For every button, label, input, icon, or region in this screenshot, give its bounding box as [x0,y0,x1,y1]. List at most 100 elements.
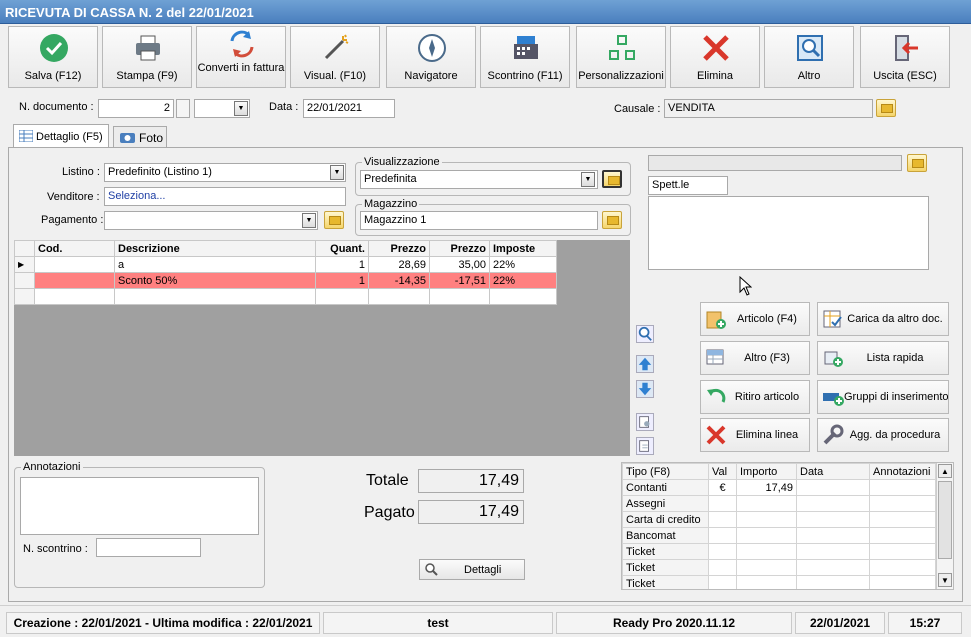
cell-annotazioni[interactable] [869,543,936,560]
cell-data[interactable] [796,511,870,528]
cell-imposte[interactable]: 22% [489,272,557,289]
cell-importo[interactable] [736,575,797,589]
save-button[interactable]: Salva (F12) [8,26,98,88]
add-article-button[interactable]: Articolo (F4) [700,302,810,336]
exit-button[interactable]: Uscita (ESC) [860,26,950,88]
scroll-thumb[interactable] [938,481,952,559]
scroll-down-icon[interactable]: ▼ [938,573,952,587]
cell-prezzo[interactable]: -14,35 [368,272,430,289]
cell-data[interactable] [796,559,870,576]
cell-importo[interactable] [736,511,797,528]
cell-data[interactable] [796,575,870,589]
cell-importo[interactable] [736,543,797,560]
table-row[interactable]: Contanti €17,49 [622,479,936,496]
print-button[interactable]: Stampa (F9) [102,26,192,88]
table-row[interactable]: Ticket [622,559,936,576]
listino-select[interactable]: Predefinito (Listino 1) [104,163,346,182]
cell-imposte[interactable] [489,288,557,305]
cell-prezzo-ivato[interactable]: 35,00 [429,256,490,273]
insert-groups-button[interactable]: Gruppi di inserimento [817,380,949,414]
scroll-up-icon[interactable]: ▲ [938,464,952,478]
table-row[interactable]: Ticket [622,575,936,589]
return-article-button[interactable]: Ritiro articolo [700,380,810,414]
tab-foto[interactable]: Foto [113,126,167,147]
cell-annotazioni[interactable] [869,527,936,544]
delete-button[interactable]: Elimina [670,26,760,88]
col-prezzo-ivato[interactable]: Prezzo [429,240,490,257]
cell-importo[interactable]: 17,49 [736,479,797,496]
arrow-down-icon[interactable] [636,380,654,398]
cell-cod[interactable] [34,288,115,305]
delete-line-button[interactable]: Elimina linea [700,418,810,452]
address-field[interactable] [648,196,929,270]
causale-folder-icon[interactable] [876,99,896,117]
arrow-up-icon[interactable] [636,355,654,373]
chevron-down-icon[interactable]: ▼ [302,213,316,228]
other-button[interactable]: Altro [764,26,854,88]
cell-descrizione[interactable]: Sconto 50% [114,272,316,289]
customize-button[interactable]: Personalizzazioni [576,26,666,88]
navigator-button[interactable]: Navigatore [386,26,476,88]
table-row[interactable]: Assegni [622,495,936,512]
col-prezzo[interactable]: Prezzo [368,240,430,257]
pagamento-select[interactable] [104,211,318,230]
cell-quant[interactable]: 1 [315,256,369,273]
col-cod[interactable]: Cod. [34,240,115,257]
magazzino-folder-icon[interactable] [602,211,622,229]
cell-val[interactable] [708,559,737,576]
chevron-down-icon[interactable]: ▼ [234,101,248,116]
table-row[interactable]: Ticket [622,543,936,560]
cell-data[interactable] [796,495,870,512]
cell-val[interactable] [708,575,737,589]
cell-descrizione[interactable] [114,288,316,305]
magazzino-field[interactable]: Magazzino 1 [360,211,598,230]
cell-annotazioni[interactable] [869,559,936,576]
tab-dettaglio[interactable]: Dettaglio (F5) [13,124,109,148]
col-data[interactable]: Data [796,463,870,480]
table-row[interactable] [14,288,557,305]
visualizzazione-folder-icon[interactable] [602,170,622,188]
cell-val[interactable] [708,543,737,560]
load-from-doc-button[interactable]: Carica da altro doc. [817,302,949,336]
cell-quant[interactable] [315,288,369,305]
date-field[interactable]: 22/01/2021 [303,99,395,118]
col-imposte[interactable]: Imposte [489,240,557,257]
table-row[interactable]: Bancomat [622,527,936,544]
cell-importo[interactable] [736,527,797,544]
cell-val[interactable] [708,527,737,544]
add-from-procedure-button[interactable]: Agg. da procedura [817,418,949,452]
chevron-down-icon[interactable]: ▼ [330,165,344,180]
cell-cod[interactable] [34,272,115,289]
table-row[interactable]: Sconto 50% 1 -14,35 -17,51 22% [14,272,557,289]
cell-quant[interactable]: 1 [315,272,369,289]
cell-data[interactable] [796,479,870,496]
other-insert-button[interactable]: Altro (F3) [700,341,810,375]
cell-cod[interactable] [34,256,115,273]
view-button[interactable]: Visual. (F10) [290,26,380,88]
cell-annotazioni[interactable] [869,495,936,512]
copy-row-icon[interactable] [636,413,654,431]
paste-row-icon[interactable] [636,437,654,455]
salutation-field[interactable]: Spett.le [648,176,728,195]
cell-importo[interactable] [736,559,797,576]
cell-prezzo-ivato[interactable] [429,288,490,305]
venditore-field[interactable]: Seleziona... [104,187,346,206]
annotazioni-field[interactable] [20,477,259,535]
cell-val[interactable] [708,511,737,528]
cell-val[interactable] [708,495,737,512]
cell-data[interactable] [796,527,870,544]
col-descrizione[interactable]: Descrizione [114,240,316,257]
table-row[interactable]: ▶ a 1 28,69 35,00 22% [14,256,557,273]
customer-folder-icon[interactable] [907,154,927,172]
cell-prezzo[interactable]: 28,69 [368,256,430,273]
col-val[interactable]: Val [708,463,737,480]
cell-data[interactable] [796,543,870,560]
cell-annotazioni[interactable] [869,479,936,496]
cell-annotazioni[interactable] [869,511,936,528]
doc-number-field[interactable]: 2 [98,99,174,118]
convert-invoice-button[interactable]: Converti in fattura [196,26,286,88]
cell-prezzo[interactable] [368,288,430,305]
cell-prezzo-ivato[interactable]: -17,51 [429,272,490,289]
col-importo[interactable]: Importo [736,463,797,480]
search-icon[interactable] [636,325,654,343]
